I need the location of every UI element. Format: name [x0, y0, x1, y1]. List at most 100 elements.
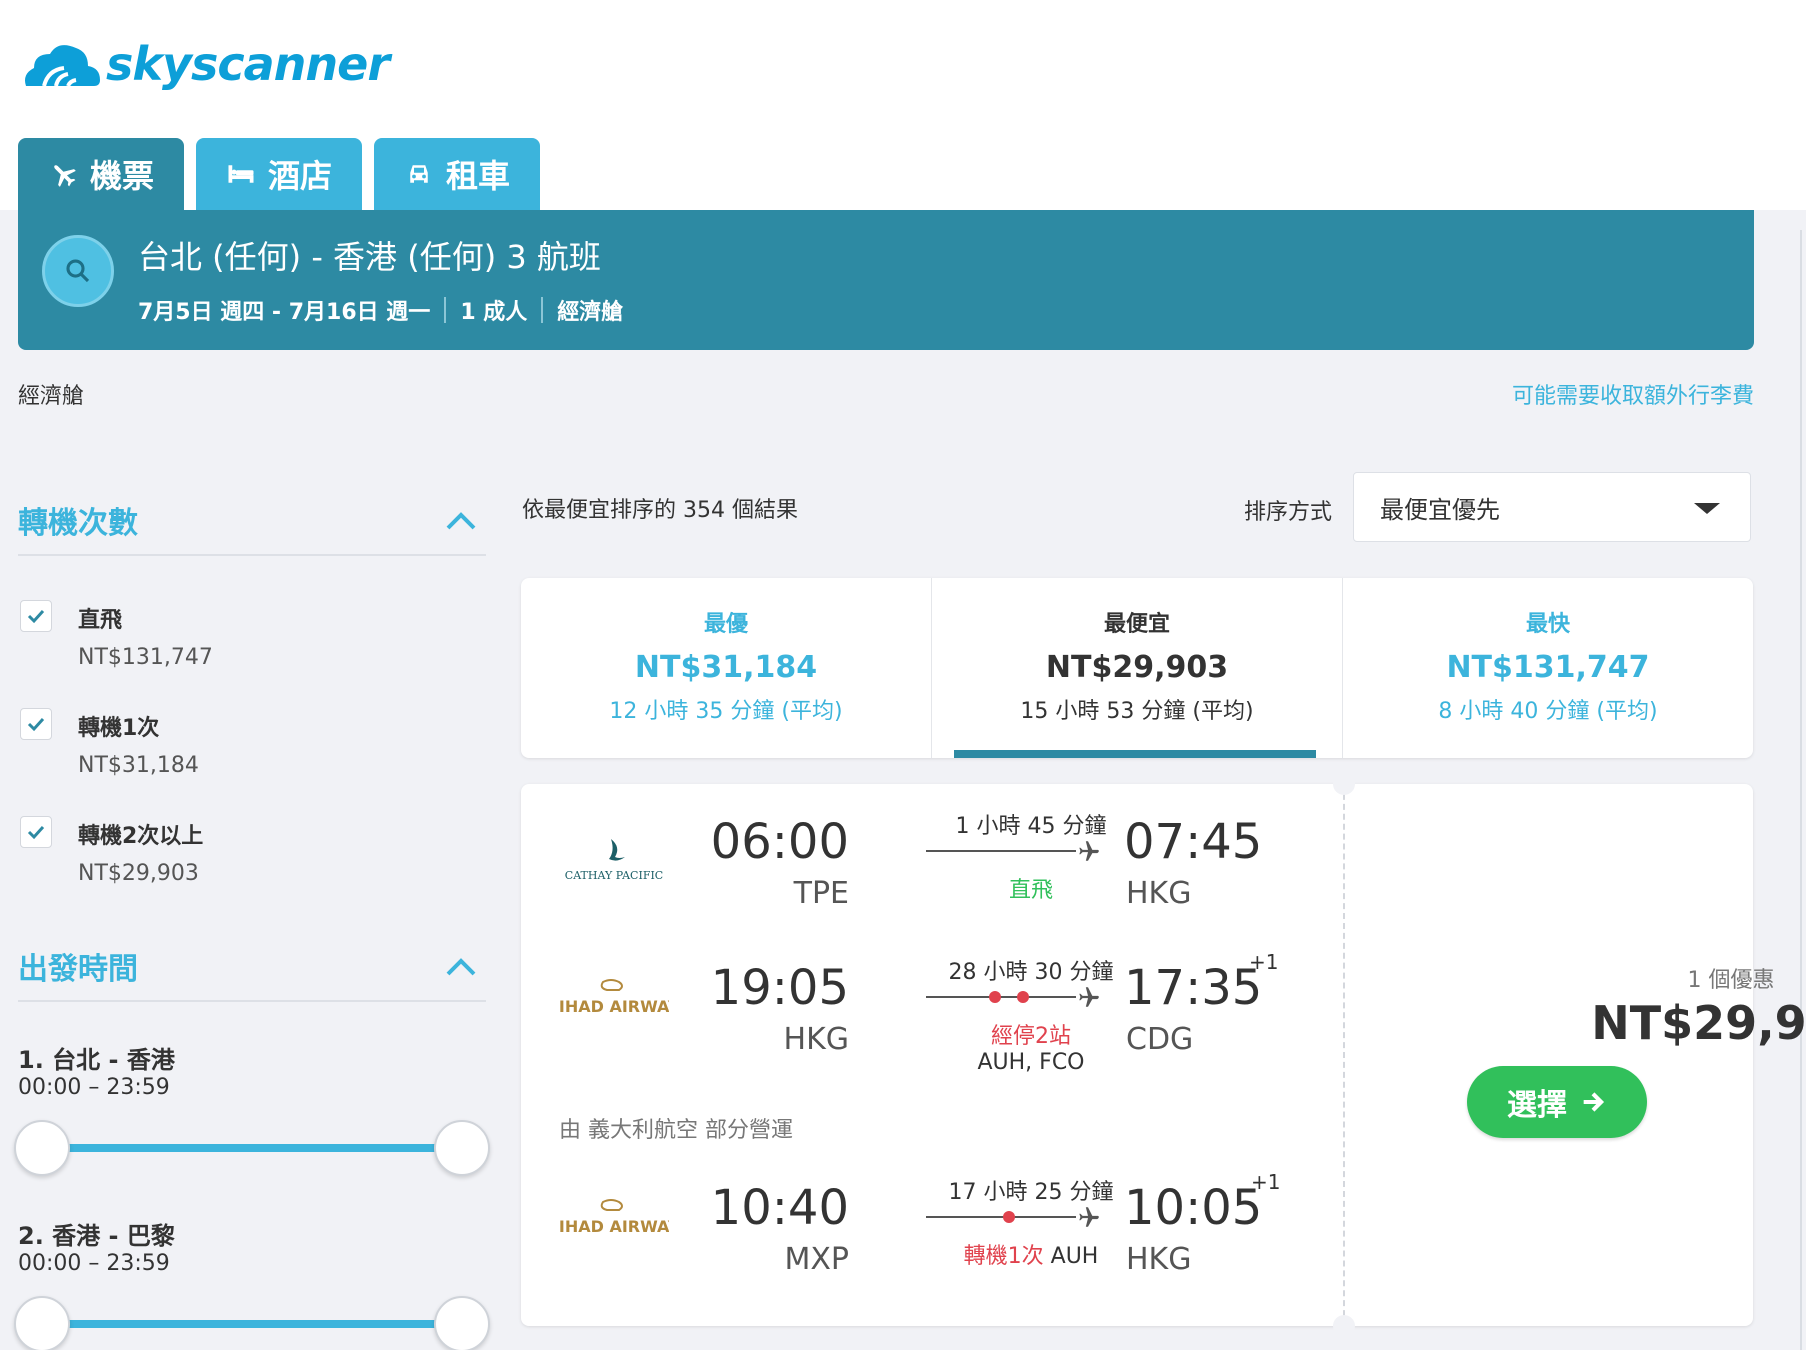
summary-fastest[interactable]: 最快 NT$131,747 8 小時 40 分鐘 (平均) — [1342, 578, 1753, 758]
departure-filter-title[interactable]: 出發時間 — [18, 944, 138, 988]
summary-best[interactable]: 最優 NT$31,184 12 小時 35 分鐘 (平均) — [521, 578, 931, 758]
stops-direct-price: NT$131,747 — [78, 645, 213, 670]
deal-count: 1 個優惠 — [1687, 968, 1775, 993]
summary-best-label: 最優 — [703, 612, 748, 637]
tab-car-hire[interactable]: 租車 — [374, 138, 541, 210]
itinerary-card[interactable]: CATHAY PACIFIC 06:00 TPE 1 小時 45 分鐘 直飛 0… — [521, 773, 1806, 1337]
segment-1-start-handle[interactable] — [14, 1120, 70, 1176]
segment-1-range: 00:00 – 23:59 — [18, 1075, 170, 1100]
stops-two-plus-price: NT$29,903 — [78, 861, 199, 886]
ticket-perforation — [1343, 784, 1345, 1326]
search-details: 7月5日 週四 - 7月16日 週一 1 成人 經濟艙 — [138, 294, 623, 326]
segment-1-slider-track[interactable] — [40, 1144, 462, 1152]
stop-dot — [1003, 1211, 1015, 1223]
leg-3-departure-time: 10:40 — [710, 1180, 849, 1236]
select-button-label: 選擇 — [1507, 1088, 1567, 1123]
leg-3-stops: 轉機1次 — [963, 1244, 1044, 1269]
summary-fastest-price: NT$131,747 — [1446, 650, 1650, 685]
operated-by-note: 由 義大利航空 部分營運 — [559, 1118, 793, 1143]
sort-dropdown[interactable]: 最便宜優先 — [1353, 472, 1751, 542]
leg-2-stops: 經停2站 — [991, 1024, 1071, 1049]
segment-2-slider-track[interactable] — [40, 1320, 462, 1328]
stops-filter-title[interactable]: 轉機次數 — [18, 498, 138, 542]
select-button[interactable]: 選擇 — [1467, 1066, 1647, 1138]
plane-icon — [54, 165, 76, 187]
active-tab-indicator — [954, 750, 1316, 758]
leg-2-via: AUH, FCO — [977, 1050, 1085, 1075]
leg-1-departure-airport: TPE — [793, 876, 849, 911]
results-count: 依最便宜排序的 354 個結果 — [522, 498, 798, 523]
checkmark-icon — [27, 717, 45, 732]
stops-one-label: 轉機1次 — [78, 716, 160, 741]
search-dates: 7月5日 週四 - 7月16日 週一 — [138, 300, 431, 325]
tab-flights[interactable]: 機票 — [18, 138, 185, 210]
leg-2-arrival-airport: CDG — [1126, 1022, 1194, 1057]
leg-3-departure-airport: MXP — [784, 1242, 849, 1277]
ticket-notch — [1333, 773, 1355, 795]
cabin-label: 經濟艙 — [18, 384, 85, 409]
stops-direct-checkbox[interactable] — [20, 600, 52, 632]
leg-2-arrival-time: 17:35 — [1124, 960, 1263, 1016]
plane-icon — [1079, 841, 1099, 861]
search-summary-band[interactable]: 台北 (任何) - 香港 (任何) 3 航班 7月5日 週四 - 7月16日 週… — [18, 210, 1754, 350]
search-cabin: 經濟艙 — [557, 300, 624, 325]
leg-3-duration: 17 小時 25 分鐘 — [948, 1180, 1114, 1205]
leg-1-stops: 直飛 — [1008, 878, 1053, 903]
summary-cheapest[interactable]: 最便宜 NT$29,903 15 小時 53 分鐘 (平均) — [931, 578, 1342, 758]
summary-fastest-duration: 8 小時 40 分鐘 (平均) — [1438, 699, 1658, 724]
leg-3-stops-line: 轉機1次 AUH — [911, 1238, 1151, 1270]
stops-two-plus-checkbox[interactable] — [20, 816, 52, 848]
divider — [18, 554, 486, 556]
etihad-logo: ETIHAD AIRWAYS — [559, 979, 669, 1016]
brand-name: skyscanner — [106, 37, 390, 91]
leg-2-next-day: +1 — [1249, 950, 1279, 974]
leg-3-next-day: +1 — [1251, 1170, 1281, 1194]
summary-best-price: NT$31,184 — [634, 650, 818, 685]
skyscanner-logo[interactable]: skyscanner — [18, 36, 390, 92]
summary-cheapest-duration: 15 小時 53 分鐘 (平均) — [1020, 699, 1254, 724]
stops-direct-label: 直飛 — [78, 608, 123, 633]
leg-2-departure-time: 19:05 — [710, 960, 849, 1016]
tab-hotels[interactable]: 酒店 — [196, 138, 363, 210]
etihad-logo: ETIHAD AIRWAYS — [559, 1199, 669, 1236]
arrow-right-icon — [1583, 1092, 1605, 1112]
baggage-fees-link[interactable]: 可能需要收取額外行李費 — [1512, 378, 1754, 410]
chevron-up-icon[interactable] — [444, 956, 478, 978]
sort-label: 排序方式 — [1244, 500, 1333, 525]
segment-2-end-handle[interactable] — [434, 1296, 490, 1350]
stops-one-price: NT$31,184 — [78, 753, 199, 778]
cathay-pacific-logo: CATHAY PACIFIC — [565, 839, 663, 882]
segment-1-title: 1. 台北 - 香港 — [18, 1046, 175, 1074]
summary-cheapest-price: NT$29,903 — [1045, 650, 1229, 685]
leg-3-arrival-airport: HKG — [1126, 1242, 1192, 1277]
segment-2-start-handle[interactable] — [14, 1296, 70, 1350]
tab-flights-label: 機票 — [90, 157, 155, 195]
search-passengers: 1 成人 — [460, 300, 528, 325]
search-button[interactable] — [42, 235, 114, 307]
leg-1-departure-time: 06:00 — [710, 814, 849, 870]
car-icon — [410, 165, 428, 183]
plane-icon — [1079, 1207, 1099, 1227]
tab-hotels-label: 酒店 — [268, 157, 333, 195]
segment-2-title: 2. 香港 - 巴黎 — [18, 1222, 175, 1250]
page-edge-divider — [1800, 230, 1802, 1350]
leg-3-route-line — [926, 1216, 1076, 1218]
ticket-notch — [1333, 1315, 1355, 1337]
etihad-logo-text: ETIHAD AIRWAYS — [559, 1217, 669, 1236]
tab-car-hire-label: 租車 — [446, 157, 511, 195]
summary-fastest-label: 最快 — [1525, 612, 1570, 637]
plane-icon — [1079, 987, 1099, 1007]
segment-1-end-handle[interactable] — [434, 1120, 490, 1176]
cathay-logo-text: CATHAY PACIFIC — [565, 869, 663, 882]
sort-selected-value: 最便宜優先 — [1380, 495, 1500, 524]
leg-2-duration: 28 小時 30 分鐘 — [948, 960, 1114, 985]
stops-one-checkbox[interactable] — [20, 708, 52, 740]
leg-3: ETIHAD AIRWAYS 10:40 MXP 17 小時 25 分鐘 轉機1… — [521, 1170, 1343, 1300]
stops-two-plus-label: 轉機2次以上 — [78, 824, 204, 849]
chevron-up-icon[interactable] — [444, 510, 478, 532]
skyscanner-logo-icon — [25, 45, 100, 87]
leg-2-route-line — [926, 996, 1076, 998]
summary-best-duration: 12 小時 35 分鐘 (平均) — [609, 699, 843, 724]
segment-2-range: 00:00 – 23:59 — [18, 1251, 170, 1276]
leg-1-arrival-time: 07:45 — [1124, 814, 1263, 870]
